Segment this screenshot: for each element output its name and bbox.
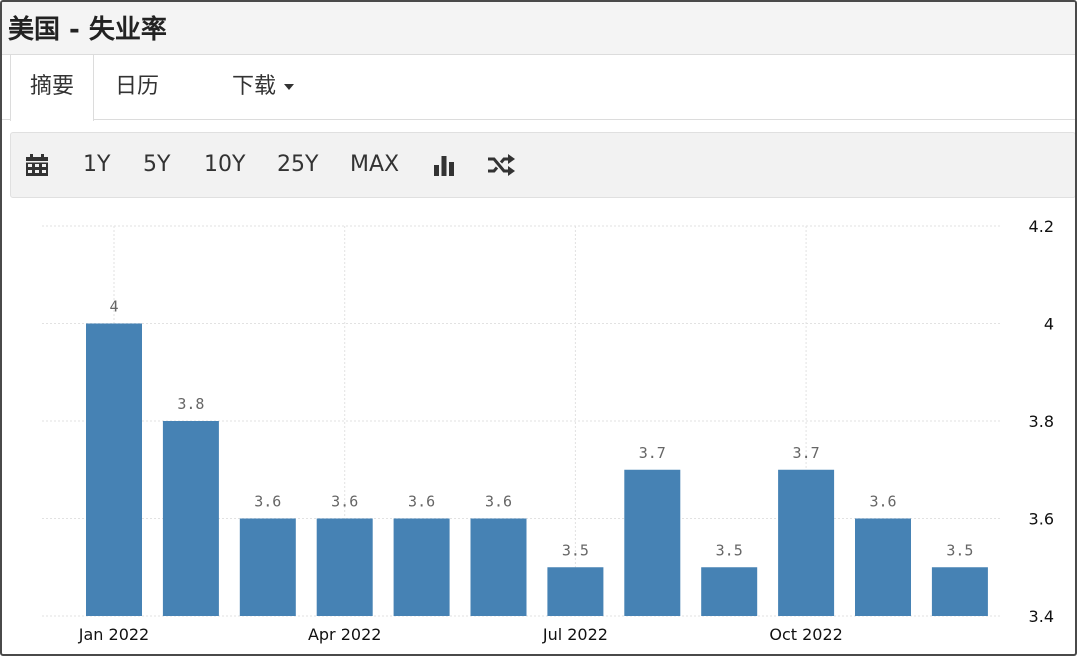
bar-value-label: 3.6 — [254, 493, 281, 511]
chart-toolbar: 1Y 5Y 10Y 25Y MAX — [10, 132, 1075, 198]
bar-value-label: 3.6 — [331, 493, 358, 511]
tab-download-label: 下载 — [232, 74, 277, 99]
bar[interactable] — [86, 323, 142, 617]
bar-value-label: 4 — [109, 298, 118, 316]
range-10y-button[interactable]: 10Y — [204, 133, 245, 197]
bar[interactable] — [239, 518, 296, 617]
x-tick-label: Apr 2022 — [308, 625, 381, 644]
bar[interactable] — [316, 518, 373, 617]
bar-value-label: 3.5 — [716, 541, 743, 559]
y-tick-label: 3.8 — [1029, 412, 1054, 431]
bar-value-label: 3.7 — [639, 444, 666, 462]
shuffle-button[interactable] — [487, 133, 515, 197]
bar-value-label: 3.7 — [793, 444, 820, 462]
range-1y-button[interactable]: 1Y — [83, 133, 110, 197]
bar[interactable] — [931, 567, 988, 616]
range-5y-button[interactable]: 5Y — [143, 133, 170, 197]
range-max-button[interactable]: MAX — [350, 133, 399, 197]
tab-download[interactable]: 下载 — [232, 55, 295, 119]
bar-value-label: 3.6 — [485, 493, 512, 511]
bar[interactable] — [393, 518, 450, 617]
tab-summary[interactable]: 摘要 — [10, 55, 94, 121]
calendar-icon — [26, 154, 48, 176]
y-tick-label: 3.4 — [1029, 607, 1054, 626]
y-tick-label: 3.6 — [1029, 510, 1054, 529]
bar[interactable] — [624, 469, 681, 616]
bar[interactable] — [701, 567, 758, 616]
bar-value-label: 3.6 — [408, 493, 435, 511]
bar-value-label: 3.5 — [946, 541, 973, 559]
header: 美国 - 失业率 — [2, 2, 1075, 55]
tab-bar: 摘要 日历 下载 — [2, 55, 1075, 121]
bar[interactable] — [778, 469, 835, 616]
chart-widget: 美国 - 失业率 摘要 日历 下载 1Y 5Y 10Y 25Y MAX 4.2 … — [0, 0, 1077, 656]
bar-value-label: 3.5 — [562, 541, 589, 559]
x-tick-label: Jul 2022 — [542, 625, 608, 644]
chart-area: 4.2 4 3.8 3.6 3.4 Jan 2022 Apr 2022 Jul 2022 Oct… — [2, 202, 1075, 654]
bar-chart-icon — [434, 156, 454, 176]
range-25y-button[interactable]: 25Y — [277, 133, 318, 197]
bar[interactable] — [855, 518, 911, 617]
tab-summary-label: 摘要 — [29, 74, 74, 99]
bar-value-label: 3.8 — [177, 395, 204, 413]
bar-chart-button[interactable] — [433, 133, 455, 197]
bar[interactable] — [162, 421, 219, 616]
tab-calendar[interactable]: 日历 — [115, 55, 159, 119]
calendar-button[interactable] — [25, 133, 49, 197]
tab-calendar-label: 日历 — [115, 74, 160, 99]
page-title: 美国 - 失业率 — [8, 15, 167, 45]
y-tick-label: 4 — [1044, 315, 1054, 334]
x-tick-label: Oct 2022 — [769, 625, 842, 644]
bar-chart: 4.2 4 3.8 3.6 3.4 Jan 2022 Apr 2022 Jul 2022 Oct… — [42, 217, 1054, 644]
bar-value-label: 3.6 — [869, 493, 896, 511]
bar[interactable] — [547, 567, 604, 616]
x-tick-label: Jan 2022 — [78, 625, 149, 644]
shuffle-icon — [488, 154, 515, 176]
bar[interactable] — [470, 518, 527, 617]
caret-down-icon — [284, 84, 295, 90]
y-tick-label: 4.2 — [1029, 217, 1054, 236]
